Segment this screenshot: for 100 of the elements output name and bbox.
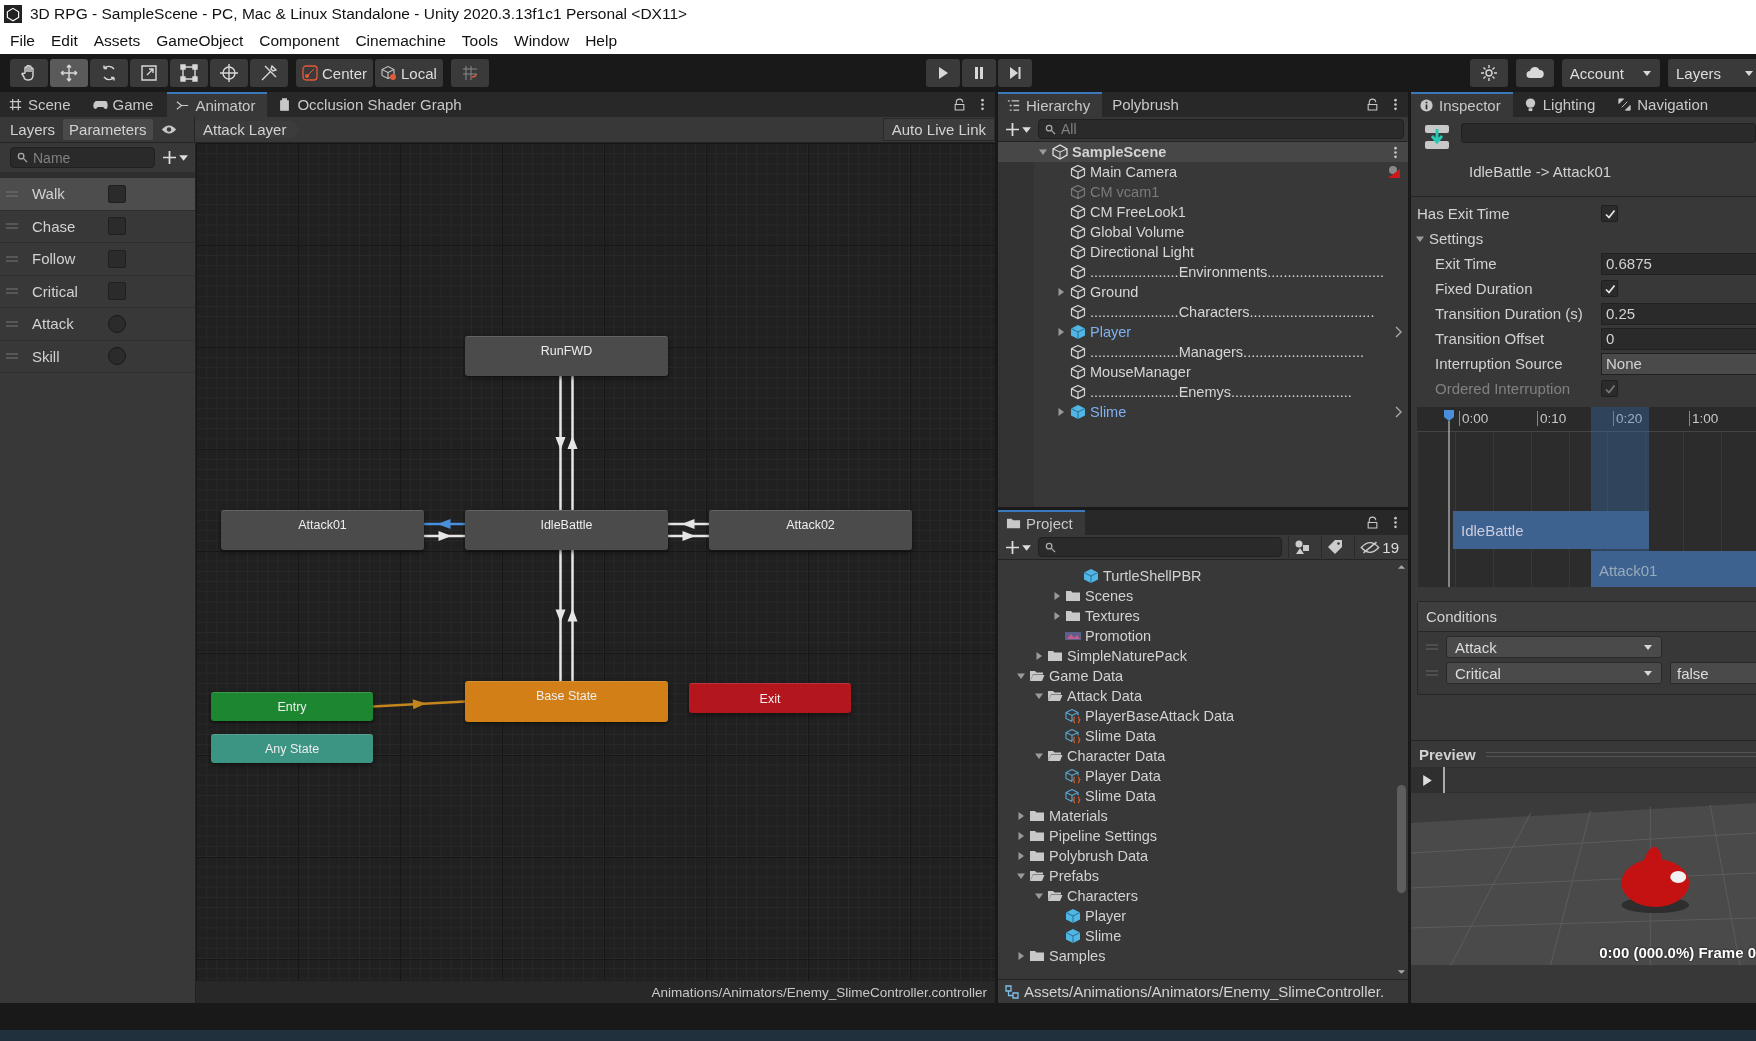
hierarchy-item[interactable]: Player: [1034, 322, 1408, 342]
auto-live-link-button[interactable]: Auto Live Link: [882, 118, 995, 141]
menu-item[interactable]: Component: [251, 32, 348, 50]
handle-toggle-button[interactable]: Local: [375, 59, 443, 87]
trigger-toggle[interactable]: [108, 314, 126, 333]
foldout-arrow-icon[interactable]: [1016, 951, 1026, 961]
project-item[interactable]: Scenes: [998, 586, 1395, 606]
parameter-dropdown[interactable]: Attack: [1446, 636, 1662, 658]
project-item[interactable]: Characters: [998, 886, 1395, 906]
transition-arrow[interactable]: [668, 519, 709, 529]
drag-handle-icon[interactable]: [6, 288, 18, 295]
checkbox[interactable]: [108, 249, 126, 268]
layers-dropdown[interactable]: Layers: [1668, 59, 1756, 87]
foldout-arrow-icon[interactable]: [1034, 751, 1044, 761]
menu-item[interactable]: Cinemachine: [347, 32, 454, 50]
foldout-arrow-icon[interactable]: [1052, 611, 1062, 621]
handle-toggle-button[interactable]: Center: [296, 59, 374, 87]
hierarchy-item[interactable]: MouseManager: [1034, 362, 1408, 382]
playhead-marker-icon[interactable]: [1443, 409, 1455, 587]
name-field[interactable]: [1461, 123, 1756, 143]
transition-arrow[interactable]: [555, 376, 566, 510]
tool-button[interactable]: [90, 59, 128, 87]
tool-button[interactable]: [170, 59, 208, 87]
scroll-up-icon[interactable]: [1397, 564, 1406, 570]
transition-arrow[interactable]: [555, 550, 566, 681]
transition-arrow[interactable]: [668, 531, 709, 541]
project-item[interactable]: Slime: [998, 926, 1395, 946]
project-item[interactable]: Slime Data: [998, 726, 1395, 746]
state-node[interactable]: Exit: [689, 683, 851, 713]
tool-button[interactable]: [250, 59, 288, 87]
drag-handle-icon[interactable]: [6, 353, 18, 360]
project-item[interactable]: Player Data: [998, 766, 1395, 786]
drag-handle-icon[interactable]: [6, 320, 18, 327]
menu-item[interactable]: File: [2, 32, 43, 50]
number-field[interactable]: 0.25: [1601, 302, 1756, 325]
hierarchy-item[interactable]: Directional Light: [1034, 242, 1408, 262]
scroll-down-icon[interactable]: [1397, 969, 1406, 975]
transition-arrow[interactable]: [372, 699, 466, 710]
foldout-arrow-icon[interactable]: [1056, 407, 1066, 417]
state-node[interactable]: Entry: [211, 692, 373, 721]
tab[interactable]: Inspector: [1411, 92, 1513, 117]
scrollbar-thumb[interactable]: [1397, 785, 1406, 893]
checkbox[interactable]: [1601, 280, 1618, 297]
parameter-dropdown[interactable]: Critical: [1446, 662, 1662, 684]
tab[interactable]: Navigation: [1609, 92, 1721, 117]
foldout-arrow-icon[interactable]: [1016, 851, 1026, 861]
trigger-toggle[interactable]: [108, 347, 126, 366]
tab[interactable]: Animator: [167, 92, 268, 117]
state-node[interactable]: IdleBattle: [465, 510, 668, 550]
project-item[interactable]: Textures: [998, 606, 1395, 626]
step-button[interactable]: [998, 59, 1033, 87]
parameter-row[interactable]: Critical: [0, 275, 195, 308]
parameter-row[interactable]: Chase: [0, 210, 195, 243]
tab[interactable]: Polybrush: [1104, 92, 1191, 117]
project-item[interactable]: Promotion: [998, 626, 1395, 646]
hierarchy-item[interactable]: ......................Characters...............................: [1034, 302, 1408, 322]
checkbox[interactable]: [108, 184, 126, 203]
grid-snap-button[interactable]: [450, 59, 489, 87]
create-button[interactable]: [1006, 122, 1032, 136]
project-item[interactable]: Samples: [998, 946, 1395, 966]
lock-icon[interactable]: [1366, 516, 1379, 529]
hierarchy-search-field[interactable]: All: [1038, 119, 1404, 139]
foldout-arrow-icon[interactable]: [1016, 671, 1026, 681]
checkbox[interactable]: [108, 217, 126, 236]
tool-button[interactable]: [130, 59, 168, 87]
settings-foldout[interactable]: Settings: [1411, 230, 1484, 247]
hierarchy-item[interactable]: Global Volume: [1034, 222, 1408, 242]
chevron-right-icon[interactable]: [1394, 406, 1402, 418]
tool-button[interactable]: [10, 59, 48, 87]
foldout-arrow-icon[interactable]: [1016, 811, 1026, 821]
project-item[interactable]: Pipeline Settings: [998, 826, 1395, 846]
timeline-clip[interactable]: IdleBattle: [1453, 511, 1649, 549]
parameter-search-field[interactable]: Name: [10, 147, 155, 168]
hidden-packages-button[interactable]: 19: [1354, 536, 1404, 558]
hierarchy-item[interactable]: Slime: [1034, 402, 1408, 422]
hierarchy-item[interactable]: CM FreeLook1: [1034, 202, 1408, 222]
lock-icon[interactable]: [953, 98, 966, 111]
menu-item[interactable]: Tools: [453, 32, 507, 50]
menu-item[interactable]: Edit: [43, 32, 86, 50]
project-item[interactable]: Character Data: [998, 746, 1395, 766]
parameter-row[interactable]: Attack: [0, 308, 195, 341]
add-parameter-button[interactable]: [163, 151, 189, 164]
lock-icon[interactable]: [1366, 98, 1379, 111]
tab[interactable]: Occlusion Shader Graph: [269, 92, 474, 117]
project-item[interactable]: Slime Data: [998, 786, 1395, 806]
drag-handle-icon[interactable]: [6, 223, 18, 230]
checkbox[interactable]: [108, 282, 126, 301]
transition-arrow[interactable]: [567, 550, 578, 681]
hierarchy-item[interactable]: ......................Environments.............................: [1034, 262, 1408, 282]
play-button[interactable]: [926, 59, 961, 87]
project-item[interactable]: PlayerBaseAttack Data: [998, 706, 1395, 726]
foldout-arrow-icon[interactable]: [1034, 651, 1044, 661]
chevron-right-icon[interactable]: [1394, 326, 1402, 338]
drag-handle-icon[interactable]: [6, 255, 18, 262]
menu-item[interactable]: Assets: [85, 32, 149, 50]
project-item[interactable]: Polybrush Data: [998, 846, 1395, 866]
state-node[interactable]: RunFWD: [465, 336, 668, 376]
project-item[interactable]: Attack Data: [998, 686, 1395, 706]
tab[interactable]: Project: [998, 510, 1085, 535]
tool-button[interactable]: [50, 59, 88, 87]
